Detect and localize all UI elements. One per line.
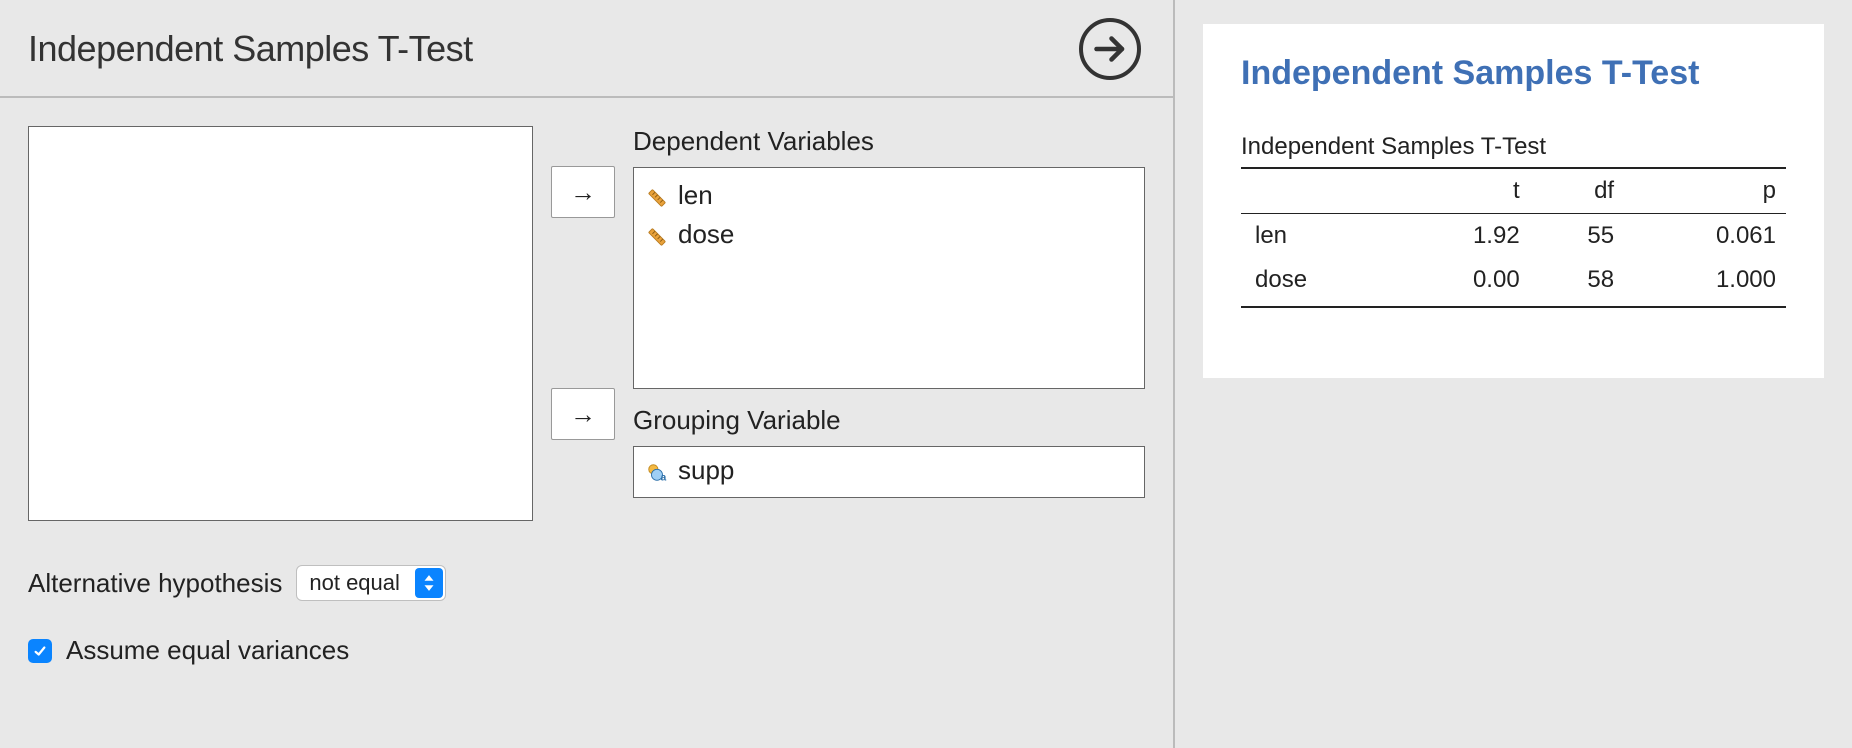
table-header-row: t df p [1241,168,1786,214]
col-header: t [1395,168,1530,214]
row-var: dose [1241,258,1395,307]
row-t: 1.92 [1395,214,1530,259]
dependent-variables-box[interactable]: len dose [633,167,1145,389]
row-p: 1.000 [1624,258,1786,307]
results-title: Independent Samples T-Test [1241,54,1786,93]
options-panel: Independent Samples T-Test → → Dependent… [0,0,1175,748]
assign-grouping-button[interactable]: → [551,388,615,440]
panel-header: Independent Samples T-Test [0,0,1173,98]
results-card: Independent Samples T-Test Independent S… [1203,24,1824,378]
variable-item[interactable]: dose [644,215,1134,254]
variable-item[interactable]: len [644,176,1134,215]
check-icon [33,644,47,658]
assume-eq-var-label: Assume equal variances [66,635,349,666]
table-row: len 1.92 55 0.061 [1241,214,1786,259]
table-row: dose 0.00 58 1.000 [1241,258,1786,307]
alt-hyp-select[interactable]: not equal [296,565,446,601]
col-header: p [1624,168,1786,214]
grouping-variable-box[interactable]: a supp [633,446,1145,498]
nominal-text-icon: a [646,460,668,482]
assume-eq-var-checkbox[interactable] [28,639,52,663]
assign-dependent-button[interactable]: → [551,166,615,218]
alt-hyp-label: Alternative hypothesis [28,568,282,599]
row-p: 0.061 [1624,214,1786,259]
row-df: 58 [1530,258,1624,307]
variable-name: dose [678,219,734,250]
svg-text:a: a [661,472,667,483]
panel-title: Independent Samples T-Test [28,28,473,70]
variable-name: len [678,180,713,211]
variable-name: supp [678,455,734,486]
run-button[interactable] [1079,18,1141,80]
results-table: t df p len 1.92 55 0.061 dose 0.00 [1241,167,1786,308]
dependent-variables-label: Dependent Variables [633,126,1145,157]
row-t: 0.00 [1395,258,1530,307]
ruler-icon [646,224,668,246]
col-header: df [1530,168,1624,214]
col-header [1241,168,1395,214]
ruler-icon [646,185,668,207]
source-variables-list[interactable] [28,126,533,521]
row-var: len [1241,214,1395,259]
grouping-variable-label: Grouping Variable [633,405,1145,436]
arrow-right-icon [1092,31,1128,67]
results-table-title: Independent Samples T-Test [1241,133,1786,161]
variable-item[interactable]: a supp [644,455,1134,486]
alt-hyp-value: not equal [309,570,400,596]
results-panel: Independent Samples T-Test Independent S… [1175,0,1852,748]
chevron-updown-icon [415,568,443,598]
row-df: 55 [1530,214,1624,259]
assign-buttons-column: → → [551,126,615,440]
